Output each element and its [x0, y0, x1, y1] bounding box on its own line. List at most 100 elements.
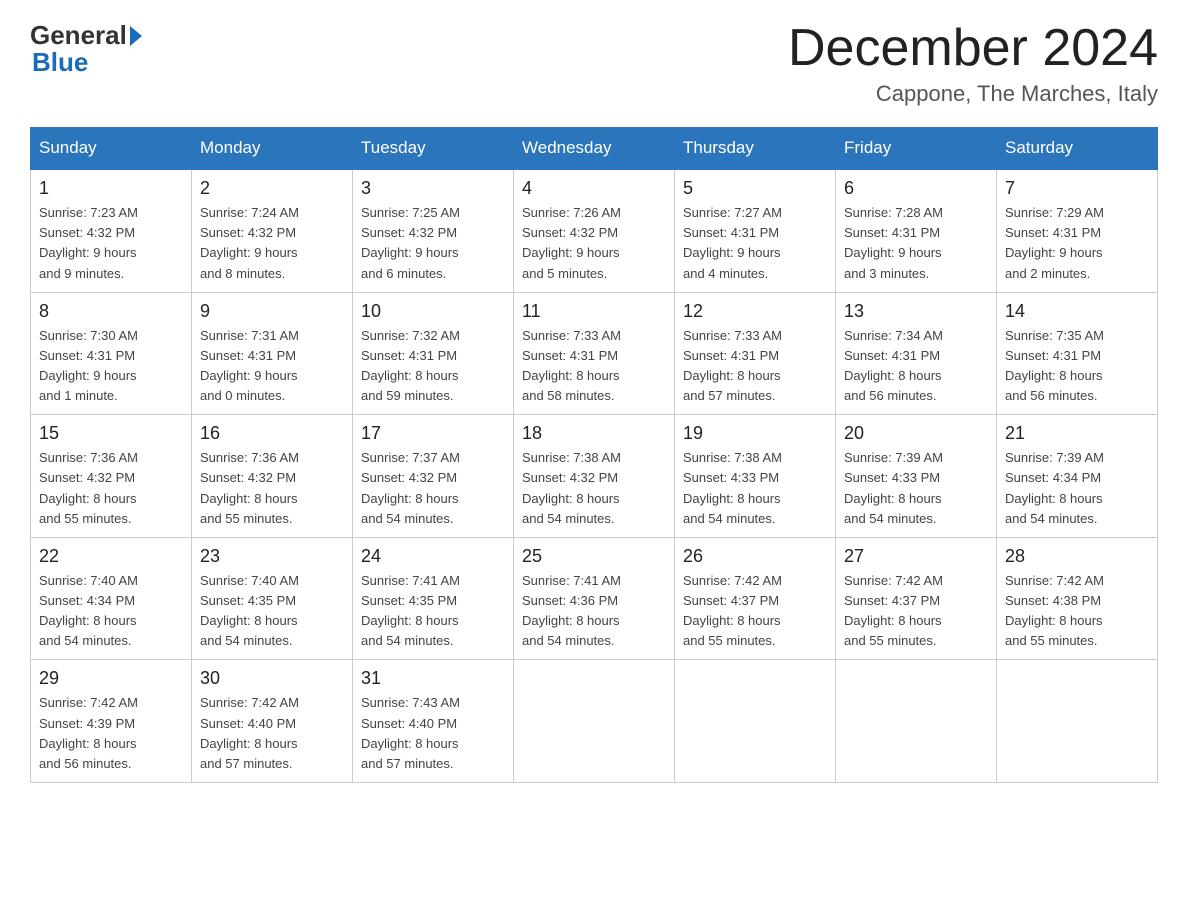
day-info: Sunrise: 7:43 AMSunset: 4:40 PMDaylight:…: [361, 693, 505, 774]
col-sunday: Sunday: [31, 128, 192, 170]
day-info: Sunrise: 7:33 AMSunset: 4:31 PMDaylight:…: [522, 326, 666, 407]
day-info: Sunrise: 7:40 AMSunset: 4:34 PMDaylight:…: [39, 571, 183, 652]
table-row: [997, 660, 1158, 783]
day-info: Sunrise: 7:41 AMSunset: 4:35 PMDaylight:…: [361, 571, 505, 652]
table-row: [836, 660, 997, 783]
day-info: Sunrise: 7:42 AMSunset: 4:40 PMDaylight:…: [200, 693, 344, 774]
table-row: 5Sunrise: 7:27 AMSunset: 4:31 PMDaylight…: [675, 169, 836, 292]
day-number: 4: [522, 178, 666, 199]
day-info: Sunrise: 7:42 AMSunset: 4:37 PMDaylight:…: [844, 571, 988, 652]
table-row: 12Sunrise: 7:33 AMSunset: 4:31 PMDayligh…: [675, 292, 836, 415]
day-number: 25: [522, 546, 666, 567]
table-row: 1 Sunrise: 7:23 AMSunset: 4:32 PMDaylight…: [31, 169, 192, 292]
table-row: 25 Sunrise: 7:41 AMSunset: 4:36 PMDayligh…: [514, 537, 675, 660]
table-row: 11 Sunrise: 7:33 AMSunset: 4:31 PMDayligh…: [514, 292, 675, 415]
day-info: Sunrise: 7:40 AMSunset: 4:35 PMDaylight:…: [200, 571, 344, 652]
day-info: Sunrise: 7:36 AMSunset: 4:32 PMDaylight:…: [200, 448, 344, 529]
calendar-week-row: 8 Sunrise: 7:30 AMSunset: 4:31 PMDaylight…: [31, 292, 1158, 415]
table-row: 24 Sunrise: 7:41 AMSunset: 4:35 PMDayligh…: [353, 537, 514, 660]
day-number: 30: [200, 668, 344, 689]
table-row: 16 Sunrise: 7:36 AMSunset: 4:32 PMDayligh…: [192, 415, 353, 538]
calendar-header-row: Sunday Monday Tuesday Wednesday Thursday…: [31, 128, 1158, 170]
day-info: Sunrise: 7:35 AMSunset: 4:31 PMDaylight:…: [1005, 326, 1149, 407]
day-number: 31: [361, 668, 505, 689]
col-friday: Friday: [836, 128, 997, 170]
day-number: 10: [361, 301, 505, 322]
table-row: [514, 660, 675, 783]
day-number: 19: [683, 423, 827, 444]
day-number: 15: [39, 423, 183, 444]
day-info: Sunrise: 7:24 AMSunset: 4:32 PMDaylight:…: [200, 203, 344, 284]
day-info: Sunrise: 7:32 AMSunset: 4:31 PMDaylight:…: [361, 326, 505, 407]
day-info: Sunrise: 7:36 AMSunset: 4:32 PMDaylight:…: [39, 448, 183, 529]
day-info: Sunrise: 7:26 AMSunset: 4:32 PMDaylight:…: [522, 203, 666, 284]
table-row: 18 Sunrise: 7:38 AMSunset: 4:32 PMDayligh…: [514, 415, 675, 538]
table-row: 8 Sunrise: 7:30 AMSunset: 4:31 PMDaylight…: [31, 292, 192, 415]
table-row: 31 Sunrise: 7:43 AMSunset: 4:40 PMDayligh…: [353, 660, 514, 783]
table-row: [675, 660, 836, 783]
day-info: Sunrise: 7:33 AMSunset: 4:31 PMDaylight:…: [683, 326, 827, 407]
day-info: Sunrise: 7:34 AMSunset: 4:31 PMDaylight:…: [844, 326, 988, 407]
day-info: Sunrise: 7:30 AMSunset: 4:31 PMDaylight:…: [39, 326, 183, 407]
table-row: 21Sunrise: 7:39 AMSunset: 4:34 PMDayligh…: [997, 415, 1158, 538]
day-info: Sunrise: 7:37 AMSunset: 4:32 PMDaylight:…: [361, 448, 505, 529]
day-number: 16: [200, 423, 344, 444]
table-row: 14 Sunrise: 7:35 AMSunset: 4:31 PMDayligh…: [997, 292, 1158, 415]
location-title: Cappone, The Marches, Italy: [788, 81, 1158, 107]
table-row: 7Sunrise: 7:29 AMSunset: 4:31 PMDaylight…: [997, 169, 1158, 292]
day-number: 18: [522, 423, 666, 444]
day-info: Sunrise: 7:31 AMSunset: 4:31 PMDaylight:…: [200, 326, 344, 407]
logo-arrow-icon: [130, 26, 142, 46]
day-number: 3: [361, 178, 505, 199]
title-block: December 2024 Cappone, The Marches, Ital…: [788, 20, 1158, 107]
day-info: Sunrise: 7:42 AMSunset: 4:39 PMDaylight:…: [39, 693, 183, 774]
day-info: Sunrise: 7:28 AMSunset: 4:31 PMDaylight:…: [844, 203, 988, 284]
col-thursday: Thursday: [675, 128, 836, 170]
calendar-week-row: 1 Sunrise: 7:23 AMSunset: 4:32 PMDaylight…: [31, 169, 1158, 292]
day-info: Sunrise: 7:38 AMSunset: 4:32 PMDaylight:…: [522, 448, 666, 529]
logo-blue-text: Blue: [30, 47, 88, 78]
day-number: 6: [844, 178, 988, 199]
col-wednesday: Wednesday: [514, 128, 675, 170]
calendar-week-row: 29 Sunrise: 7:42 AMSunset: 4:39 PMDayligh…: [31, 660, 1158, 783]
table-row: 13Sunrise: 7:34 AMSunset: 4:31 PMDayligh…: [836, 292, 997, 415]
table-row: 10 Sunrise: 7:32 AMSunset: 4:31 PMDayligh…: [353, 292, 514, 415]
day-number: 8: [39, 301, 183, 322]
day-info: Sunrise: 7:42 AMSunset: 4:37 PMDaylight:…: [683, 571, 827, 652]
table-row: 4 Sunrise: 7:26 AMSunset: 4:32 PMDaylight…: [514, 169, 675, 292]
table-row: 27Sunrise: 7:42 AMSunset: 4:37 PMDayligh…: [836, 537, 997, 660]
col-saturday: Saturday: [997, 128, 1158, 170]
day-info: Sunrise: 7:42 AMSunset: 4:38 PMDaylight:…: [1005, 571, 1149, 652]
day-info: Sunrise: 7:23 AMSunset: 4:32 PMDaylight:…: [39, 203, 183, 284]
table-row: 6 Sunrise: 7:28 AMSunset: 4:31 PMDaylight…: [836, 169, 997, 292]
table-row: 17 Sunrise: 7:37 AMSunset: 4:32 PMDayligh…: [353, 415, 514, 538]
day-number: 20: [844, 423, 988, 444]
col-tuesday: Tuesday: [353, 128, 514, 170]
day-info: Sunrise: 7:27 AMSunset: 4:31 PMDaylight:…: [683, 203, 827, 284]
table-row: 28Sunrise: 7:42 AMSunset: 4:38 PMDayligh…: [997, 537, 1158, 660]
day-number: 17: [361, 423, 505, 444]
table-row: 22Sunrise: 7:40 AMSunset: 4:34 PMDayligh…: [31, 537, 192, 660]
day-number: 21: [1005, 423, 1149, 444]
calendar-table: Sunday Monday Tuesday Wednesday Thursday…: [30, 127, 1158, 783]
month-title: December 2024: [788, 20, 1158, 77]
day-info: Sunrise: 7:38 AMSunset: 4:33 PMDaylight:…: [683, 448, 827, 529]
day-info: Sunrise: 7:41 AMSunset: 4:36 PMDaylight:…: [522, 571, 666, 652]
table-row: 20Sunrise: 7:39 AMSunset: 4:33 PMDayligh…: [836, 415, 997, 538]
day-number: 29: [39, 668, 183, 689]
table-row: 9Sunrise: 7:31 AMSunset: 4:31 PMDaylight…: [192, 292, 353, 415]
day-number: 14: [1005, 301, 1149, 322]
day-number: 2: [200, 178, 344, 199]
day-number: 23: [200, 546, 344, 567]
day-number: 1: [39, 178, 183, 199]
table-row: 3 Sunrise: 7:25 AMSunset: 4:32 PMDaylight…: [353, 169, 514, 292]
col-monday: Monday: [192, 128, 353, 170]
calendar-week-row: 15 Sunrise: 7:36 AMSunset: 4:32 PMDayligh…: [31, 415, 1158, 538]
table-row: 30 Sunrise: 7:42 AMSunset: 4:40 PMDayligh…: [192, 660, 353, 783]
day-number: 26: [683, 546, 827, 567]
day-number: 24: [361, 546, 505, 567]
table-row: 26 Sunrise: 7:42 AMSunset: 4:37 PMDayligh…: [675, 537, 836, 660]
table-row: 19 Sunrise: 7:38 AMSunset: 4:33 PMDayligh…: [675, 415, 836, 538]
day-number: 11: [522, 301, 666, 322]
day-info: Sunrise: 7:25 AMSunset: 4:32 PMDaylight:…: [361, 203, 505, 284]
